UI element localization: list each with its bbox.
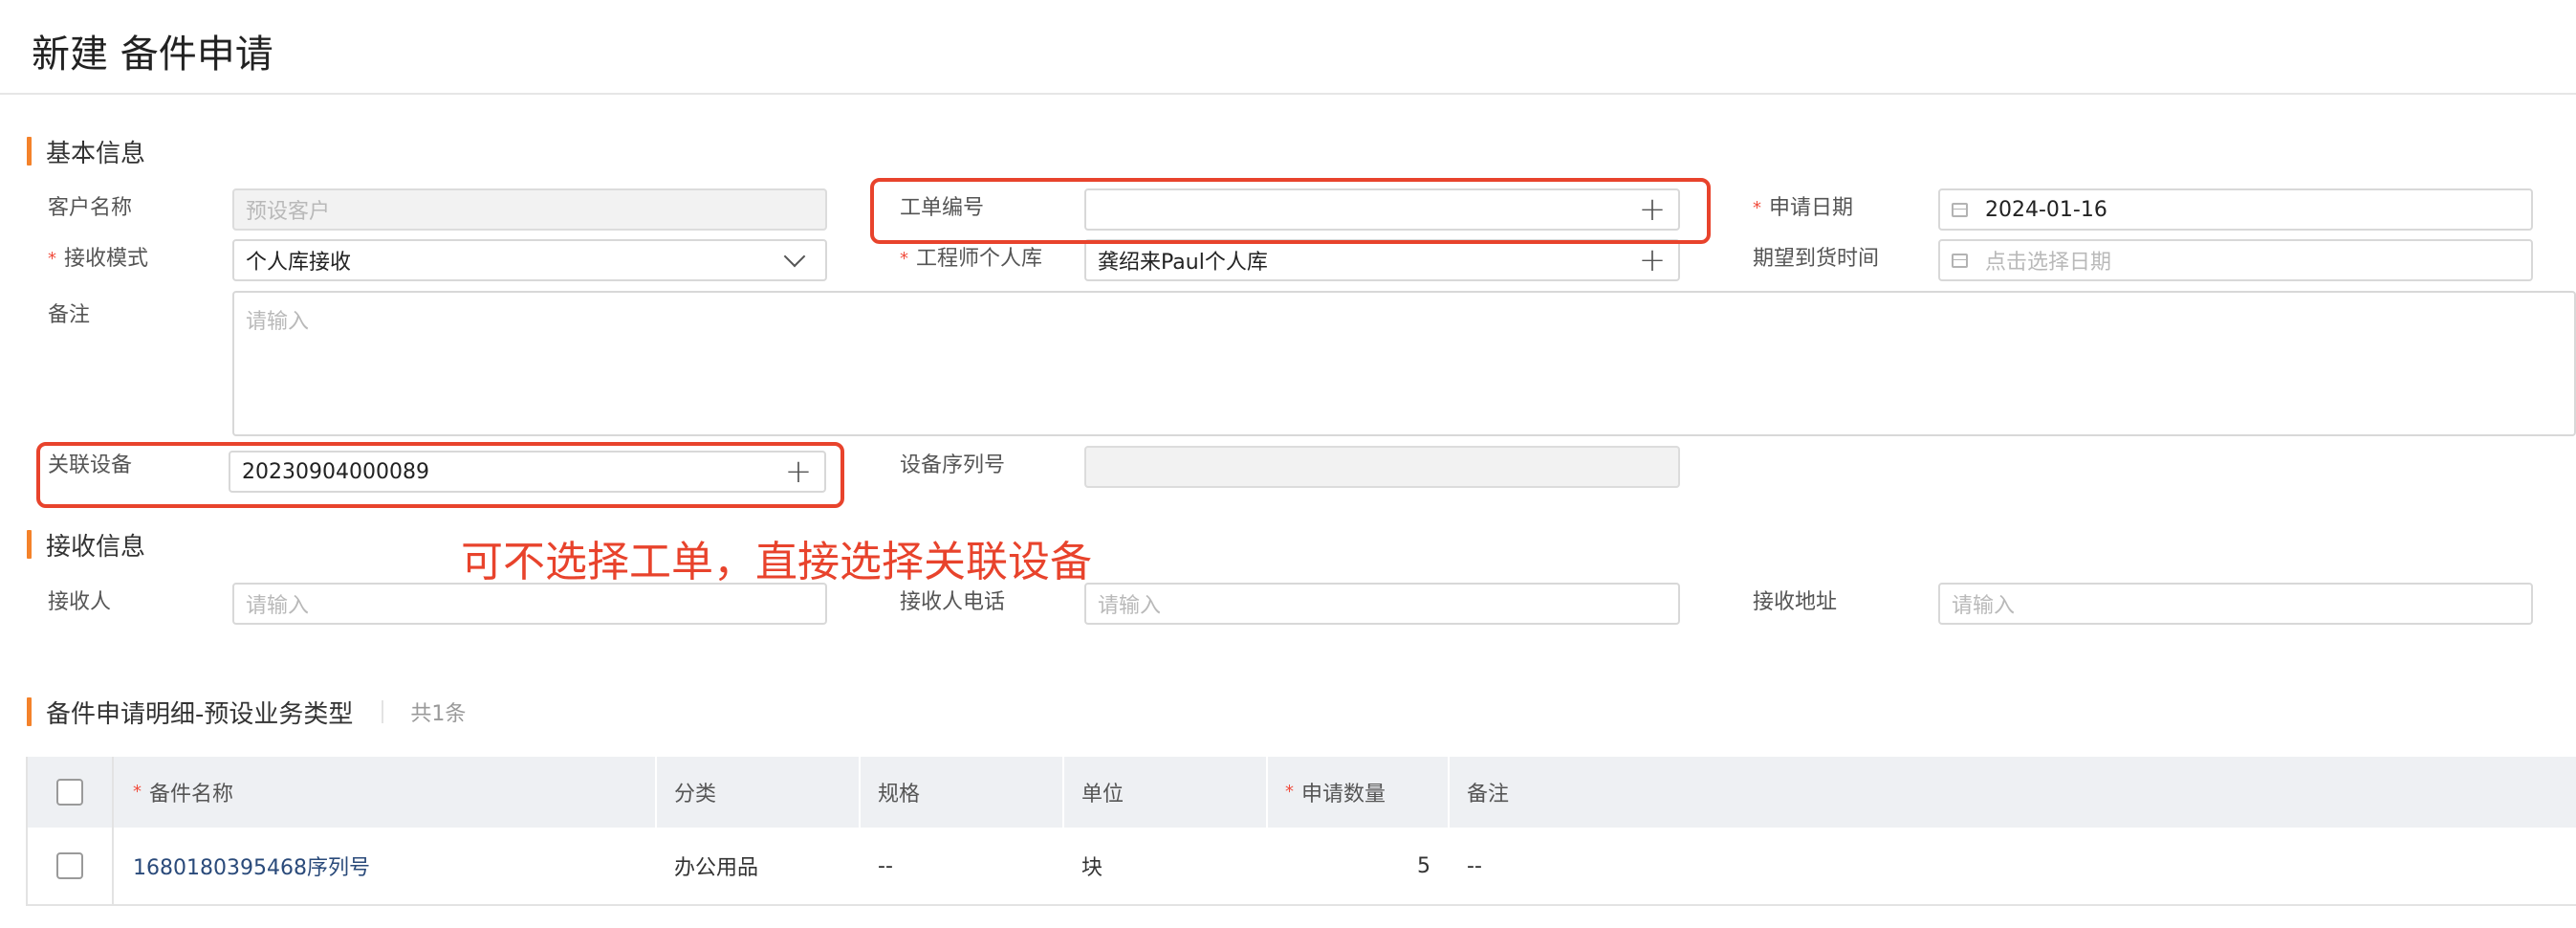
- address-label: 接收地址: [1753, 590, 1838, 614]
- table-row: 1680180395468序列号 办公用品 -- 块 5 --: [28, 828, 2576, 904]
- phone-placeholder: 请输入: [1098, 594, 1162, 618]
- required-asterisk: *: [1285, 781, 1294, 802]
- phone-input[interactable]: 请输入: [1084, 583, 1680, 625]
- remark-label: 备注: [48, 303, 91, 327]
- engineer-store-label: * 工程师个人库: [900, 247, 1043, 271]
- apply-date-field[interactable]: 2024-01-16: [1938, 188, 2533, 231]
- customer-name-placeholder: 预设客户: [246, 200, 331, 224]
- required-asterisk: *: [900, 249, 908, 269]
- engineer-store-value: 龚绍来Paul个人库: [1098, 251, 1268, 275]
- row-select-cell: [28, 828, 114, 904]
- header-quantity: * 申请数量: [1268, 757, 1450, 828]
- record-count: 共1条: [410, 702, 467, 726]
- select-all-checkbox[interactable]: [56, 779, 83, 806]
- expected-time-field[interactable]: 点击选择日期: [1938, 239, 2533, 281]
- table-header: * 备件名称 分类 规格 单位 * 申请数量 备注: [28, 757, 2576, 828]
- parts-table: * 备件名称 分类 规格 单位 * 申请数量 备注 1680180395468序列号…: [26, 757, 2576, 906]
- expected-time-placeholder: 点击选择日期: [1985, 251, 2112, 275]
- cell-spec: --: [878, 853, 893, 878]
- remark-placeholder: 请输入: [246, 310, 310, 334]
- page-title: 新建 备件申请: [32, 33, 273, 77]
- annotation-highlight-device: [36, 442, 844, 508]
- add-engineer-store-plus-icon[interactable]: +: [1638, 244, 1667, 276]
- customer-name-field: 预设客户: [232, 188, 827, 231]
- address-placeholder: 请输入: [1952, 594, 2016, 618]
- phone-label: 接收人电话: [900, 590, 1006, 614]
- calendar-icon: [1952, 253, 1968, 268]
- section-accent-bar: [27, 137, 32, 166]
- header-select-cell: [28, 757, 114, 828]
- annotation-text: 可不选择工单，直接选择关联设备: [461, 538, 1092, 586]
- section-title-detail: 备件申请明细-预设业务类型: [46, 699, 354, 729]
- receiver-placeholder: 请输入: [246, 594, 310, 618]
- header-unit: 单位: [1064, 757, 1268, 828]
- calendar-icon: [1952, 202, 1968, 217]
- cell-quantity[interactable]: 5: [1268, 828, 1450, 904]
- header-part-name: * 备件名称: [116, 757, 657, 828]
- remark-textarea[interactable]: 请输入: [232, 291, 2576, 436]
- address-input[interactable]: 请输入: [1938, 583, 2533, 625]
- section-title-basic: 基本信息: [46, 139, 146, 168]
- section-accent-bar: [27, 697, 32, 726]
- customer-name-label: 客户名称: [48, 196, 133, 220]
- cell-part-name[interactable]: 1680180395468序列号: [116, 828, 657, 904]
- receive-mode-value: 个人库接收: [246, 251, 352, 275]
- section-detail: 备件申请明细-预设业务类型 共1条: [27, 696, 467, 729]
- annotation-highlight-work-order: [870, 178, 1711, 244]
- header-category: 分类: [657, 757, 861, 828]
- expected-time-label: 期望到货时间: [1753, 247, 1880, 271]
- required-asterisk: *: [133, 781, 142, 802]
- section-receive: 接收信息: [27, 529, 146, 562]
- header-remark: 备注: [1467, 783, 1510, 806]
- title-divider: [0, 93, 2576, 95]
- apply-date-value: 2024-01-16: [1985, 197, 2107, 222]
- engineer-store-field[interactable]: 龚绍来Paul个人库 +: [1084, 239, 1680, 281]
- required-asterisk: *: [1753, 198, 1761, 218]
- chevron-down-icon: [783, 245, 806, 268]
- section-title-receive: 接收信息: [46, 532, 146, 562]
- cell-unit: 块: [1081, 856, 1103, 880]
- row-checkbox[interactable]: [56, 852, 83, 879]
- section-basic: 基本信息: [27, 136, 146, 168]
- required-asterisk: *: [48, 249, 56, 269]
- section-accent-bar: [27, 530, 32, 559]
- receiver-input[interactable]: 请输入: [232, 583, 827, 625]
- cell-category: 办公用品: [674, 856, 759, 880]
- cell-remark[interactable]: --: [1450, 828, 2576, 904]
- serial-field: [1084, 446, 1680, 488]
- receive-mode-label: * 接收模式: [48, 247, 149, 271]
- apply-date-label: * 申请日期: [1753, 196, 1854, 220]
- count-divider: [382, 700, 384, 723]
- header-spec: 规格: [861, 757, 1064, 828]
- receive-mode-select[interactable]: 个人库接收: [232, 239, 827, 281]
- receiver-label: 接收人: [48, 590, 112, 614]
- serial-label: 设备序列号: [900, 453, 1006, 477]
